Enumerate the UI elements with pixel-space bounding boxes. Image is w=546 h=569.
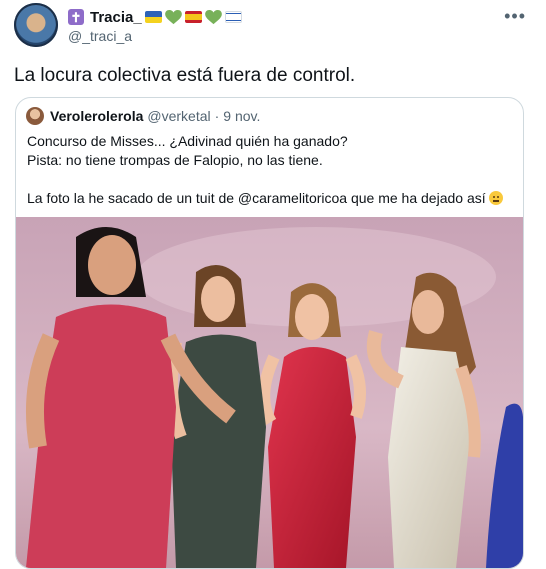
quoted-header: Verolerolerola @verketal · 9 nov. bbox=[26, 107, 260, 125]
quoted-separator: · bbox=[214, 108, 220, 124]
quoted-tweet[interactable]: Verolerolerola @verketal · 9 nov. Concur… bbox=[15, 97, 524, 569]
quoted-line: Concurso de Misses... ¿Adivinad quién ha… bbox=[27, 133, 348, 149]
author-name-line[interactable]: ✝ Tracia_ bbox=[68, 7, 242, 27]
green-heart-emoji bbox=[164, 9, 182, 24]
latin-cross-emoji: ✝ bbox=[68, 9, 84, 25]
more-options-icon[interactable]: ••• bbox=[504, 6, 526, 27]
quoted-date: 9 nov. bbox=[223, 108, 261, 124]
neutral-face-emoji bbox=[488, 191, 503, 205]
tweet-text: La locura colectiva está fuera de contro… bbox=[14, 65, 356, 86]
quoted-photo[interactable] bbox=[16, 217, 523, 568]
author-avatar[interactable] bbox=[14, 3, 58, 47]
quoted-line: La foto la he sacado de un tuit de @cara… bbox=[27, 190, 486, 206]
quoted-display-name: Verolerolerola bbox=[50, 108, 144, 124]
flag-spain-emoji bbox=[184, 11, 202, 23]
flag-ukraine-emoji bbox=[144, 11, 162, 23]
quoted-body: Concurso de Misses... ¿Adivinad quién ha… bbox=[27, 132, 517, 208]
flag-israel-emoji bbox=[224, 11, 242, 23]
green-heart-emoji bbox=[204, 9, 222, 24]
author-handle[interactable]: @_traci_a bbox=[68, 28, 132, 44]
quoted-line: Pista: no tiene trompas de Falopio, no l… bbox=[27, 152, 323, 168]
quoted-avatar bbox=[26, 107, 44, 125]
quoted-handle: @verketal bbox=[147, 108, 211, 124]
author-display-name[interactable]: Tracia_ bbox=[90, 9, 142, 26]
